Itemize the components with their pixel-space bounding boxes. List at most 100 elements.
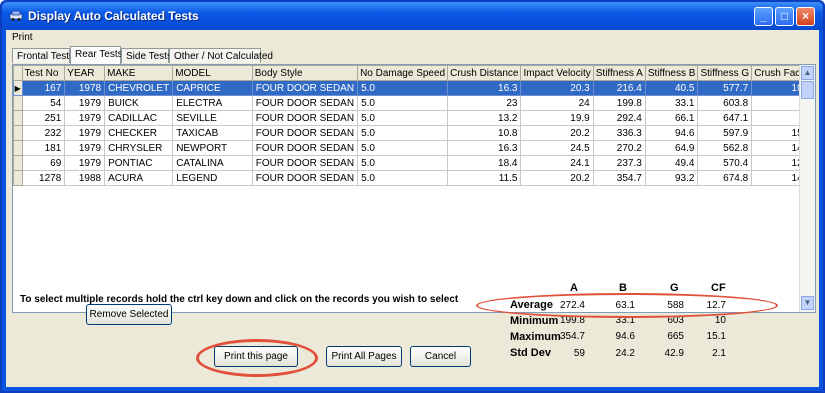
- cell-stiffness-a[interactable]: 336.3: [592, 125, 646, 141]
- table-row[interactable]: ▶ 167 1978 CHEVROLET CAPRICE FOUR DOOR SEDAN 5…: [13, 80, 815, 96]
- cell-year[interactable]: 1978: [64, 80, 106, 96]
- col-header-stiffness-g[interactable]: Stiffness G: [697, 65, 753, 81]
- cell-stiffness-b[interactable]: 64.9: [644, 140, 699, 156]
- minimize-button[interactable]: _: [754, 7, 773, 26]
- row-selector[interactable]: [13, 140, 23, 156]
- col-header-model[interactable]: MODEL: [172, 65, 253, 81]
- table-row[interactable]: 181 1979 CHRYSLER NEWPORT FOUR DOOR SEDAN 5.0…: [13, 140, 815, 156]
- cell-impact-velocity[interactable]: 20.2: [520, 125, 594, 141]
- col-header-stiffness-a[interactable]: Stiffness A: [592, 65, 646, 81]
- cell-stiffness-a[interactable]: 237.3: [592, 155, 646, 171]
- col-header-year[interactable]: YEAR: [64, 65, 106, 81]
- row-selector[interactable]: ▶: [13, 80, 23, 96]
- cell-model[interactable]: NEWPORT: [172, 140, 253, 156]
- cell-crush-distance[interactable]: 11.5: [447, 170, 522, 186]
- table-row[interactable]: 232 1979 CHECKER TAXICAB FOUR DOOR SEDAN 5.0 1…: [13, 125, 815, 141]
- row-selector[interactable]: [13, 110, 23, 126]
- col-header-crush-distance[interactable]: Crush Distance: [447, 65, 522, 81]
- cell-stiffness-b[interactable]: 33.1: [644, 95, 699, 111]
- cell-stiffness-b[interactable]: 49.4: [644, 155, 699, 171]
- cell-model[interactable]: TAXICAB: [172, 125, 253, 141]
- cell-model[interactable]: CAPRICE: [172, 80, 253, 96]
- cell-test-no[interactable]: 69: [21, 155, 66, 171]
- cell-crush-distance[interactable]: 16.3: [447, 140, 522, 156]
- cell-crush-distance[interactable]: 10.8: [447, 125, 522, 141]
- tab-rear-tests[interactable]: Rear Tests: [70, 46, 123, 64]
- cell-year[interactable]: 1979: [64, 140, 106, 156]
- cell-no-damage-speed[interactable]: 5.0: [357, 125, 449, 141]
- tests-grid[interactable]: Test No YEAR MAKE MODEL Body Style No Da…: [12, 64, 816, 313]
- cell-no-damage-speed[interactable]: 5.0: [357, 140, 449, 156]
- cell-crush-distance[interactable]: 16.3: [447, 80, 522, 96]
- col-header-impact-velocity[interactable]: Impact Velocity: [520, 65, 594, 81]
- cell-stiffness-b[interactable]: 94.6: [644, 125, 699, 141]
- cell-stiffness-a[interactable]: 292.4: [592, 110, 646, 126]
- table-row[interactable]: 251 1979 CADILLAC SEVILLE FOUR DOOR SEDAN 5.0…: [13, 110, 815, 126]
- cell-stiffness-a[interactable]: 354.7: [592, 170, 646, 186]
- cell-model[interactable]: SEVILLE: [172, 110, 253, 126]
- col-header-make[interactable]: MAKE: [104, 65, 174, 81]
- row-selector[interactable]: [13, 170, 23, 186]
- col-header-no-damage-speed[interactable]: No Damage Speed: [357, 65, 449, 81]
- cell-no-damage-speed[interactable]: 5.0: [357, 170, 449, 186]
- vertical-scrollbar[interactable]: ▲ ▼: [799, 65, 815, 312]
- remove-selected-button[interactable]: Remove Selected: [86, 304, 172, 325]
- scroll-thumb[interactable]: [801, 81, 814, 99]
- row-selector[interactable]: [13, 95, 23, 111]
- close-button[interactable]: ×: [796, 7, 815, 26]
- cell-stiffness-g[interactable]: 674.8: [697, 170, 753, 186]
- cell-impact-velocity[interactable]: 24.5: [520, 140, 594, 156]
- cell-year[interactable]: 1979: [64, 125, 106, 141]
- cell-body-style[interactable]: FOUR DOOR SEDAN: [251, 170, 359, 186]
- cell-crush-distance[interactable]: 13.2: [447, 110, 522, 126]
- cell-model[interactable]: CATALINA: [172, 155, 253, 171]
- table-row[interactable]: 69 1979 PONTIAC CATALINA FOUR DOOR SEDAN 5.0 1…: [13, 155, 815, 171]
- cell-make[interactable]: BUICK: [104, 95, 174, 111]
- cell-no-damage-speed[interactable]: 5.0: [357, 110, 449, 126]
- cell-stiffness-g[interactable]: 603.8: [697, 95, 753, 111]
- cell-impact-velocity[interactable]: 20.2: [520, 170, 594, 186]
- cell-stiffness-g[interactable]: 597.9: [697, 125, 753, 141]
- cell-model[interactable]: ELECTRA: [172, 95, 253, 111]
- cell-stiffness-g[interactable]: 577.7: [697, 80, 753, 96]
- cell-stiffness-a[interactable]: 216.4: [592, 80, 646, 96]
- cell-stiffness-g[interactable]: 562.8: [697, 140, 753, 156]
- cell-no-damage-speed[interactable]: 5.0: [357, 80, 449, 96]
- cell-stiffness-g[interactable]: 570.4: [697, 155, 753, 171]
- cell-test-no[interactable]: 167: [21, 80, 66, 96]
- cell-crush-distance[interactable]: 18.4: [447, 155, 522, 171]
- cell-body-style[interactable]: FOUR DOOR SEDAN: [251, 80, 359, 96]
- cell-body-style[interactable]: FOUR DOOR SEDAN: [251, 125, 359, 141]
- cell-impact-velocity[interactable]: 20.3: [520, 80, 594, 96]
- cell-crush-distance[interactable]: 23: [447, 95, 522, 111]
- cell-make[interactable]: CHECKER: [104, 125, 174, 141]
- cell-test-no[interactable]: 54: [21, 95, 66, 111]
- cell-body-style[interactable]: FOUR DOOR SEDAN: [251, 110, 359, 126]
- cell-stiffness-a[interactable]: 270.2: [592, 140, 646, 156]
- cell-stiffness-b[interactable]: 40.5: [644, 80, 699, 96]
- cell-stiffness-b[interactable]: 93.2: [644, 170, 699, 186]
- cell-impact-velocity[interactable]: 19.9: [520, 110, 594, 126]
- cell-no-damage-speed[interactable]: 5.0: [357, 95, 449, 111]
- cell-stiffness-a[interactable]: 199.8: [592, 95, 646, 111]
- cell-stiffness-g[interactable]: 647.1: [697, 110, 753, 126]
- cell-body-style[interactable]: FOUR DOOR SEDAN: [251, 140, 359, 156]
- cell-make[interactable]: CHRYSLER: [104, 140, 174, 156]
- cell-body-style[interactable]: FOUR DOOR SEDAN: [251, 95, 359, 111]
- row-selector[interactable]: [13, 125, 23, 141]
- row-selector[interactable]: [13, 155, 23, 171]
- scroll-up-button[interactable]: ▲: [801, 66, 814, 80]
- cell-test-no[interactable]: 251: [21, 110, 66, 126]
- cell-make[interactable]: CADILLAC: [104, 110, 174, 126]
- cell-make[interactable]: ACURA: [104, 170, 174, 186]
- menu-print[interactable]: Print: [12, 32, 33, 43]
- cell-test-no[interactable]: 1278: [21, 170, 66, 186]
- cell-model[interactable]: LEGEND: [172, 170, 253, 186]
- table-row[interactable]: 54 1979 BUICK ELECTRA FOUR DOOR SEDAN 5.0 23 24…: [13, 95, 815, 111]
- scroll-down-button[interactable]: ▼: [801, 296, 814, 310]
- print-all-pages-button[interactable]: Print All Pages: [326, 346, 402, 367]
- cell-stiffness-b[interactable]: 66.1: [644, 110, 699, 126]
- cell-test-no[interactable]: 181: [21, 140, 66, 156]
- cell-make[interactable]: PONTIAC: [104, 155, 174, 171]
- col-header-test-no[interactable]: Test No: [21, 65, 66, 81]
